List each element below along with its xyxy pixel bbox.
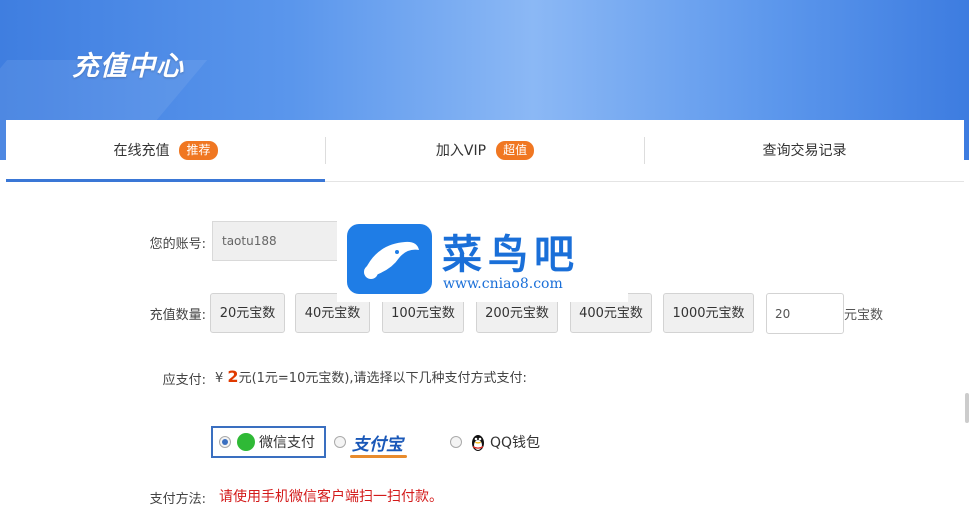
payment-option-label: 微信支付 (259, 435, 315, 451)
quantity-option-1000[interactable]: 1000元宝数 (663, 293, 754, 333)
amount-note: 元(1元=10元宝数),请选择以下几种支付方式支付: (238, 371, 527, 386)
quantity-label: 充值数量: (149, 308, 206, 323)
currency-symbol: ¥ (215, 371, 224, 386)
bird-logo-icon (347, 224, 432, 294)
page-title: 充值中心 (72, 51, 184, 82)
watermark-overlay: 菜鸟吧 www.cniao8.com (337, 216, 628, 302)
watermark-text: 菜鸟吧 (442, 231, 580, 278)
tab-online-recharge[interactable]: 在线充值 推荐 (6, 120, 325, 182)
payment-option-qq[interactable]: QQ钱包 (444, 426, 564, 458)
tab-label: 查询交易记录 (762, 143, 847, 159)
alipay-logo: 支付宝 (350, 430, 407, 458)
account-label: 您的账号: (149, 237, 206, 252)
custom-quantity-input[interactable] (766, 293, 844, 334)
tab-label: 在线充值 (113, 143, 170, 159)
payment-option-alipay[interactable]: 支付宝 (328, 426, 428, 458)
amount-value: 2 (227, 367, 239, 386)
payment-option-label: QQ钱包 (490, 435, 541, 451)
tab-label: 加入VIP (435, 143, 487, 159)
scrollbar-handle[interactable] (965, 393, 969, 423)
tab-join-vip[interactable]: 加入VIP 超值 (326, 120, 644, 181)
payment-instruction: 请使用手机微信客户端扫一扫付款。 (219, 489, 443, 505)
wechat-icon (237, 433, 255, 451)
radio-icon[interactable] (450, 436, 462, 448)
qq-penguin-icon (472, 435, 484, 451)
recharge-panel: 在线充值推荐 加入VIP超值 查询交易记录 您的账号: 充值数量: 20元宝数 … (6, 120, 964, 523)
radio-icon[interactable] (334, 436, 346, 448)
amount-label: 应支付: (162, 373, 206, 388)
method-label: 支付方法: (149, 492, 206, 507)
payment-option-wechat[interactable]: 微信支付 (211, 426, 326, 458)
account-input[interactable] (212, 221, 344, 261)
recommend-badge: 推荐 (179, 141, 218, 160)
tab-transaction-history[interactable]: 查询交易记录 (645, 120, 964, 181)
watermark-url: www.cniao8.com (443, 276, 563, 292)
quantity-option-20[interactable]: 20元宝数 (210, 293, 285, 333)
custom-quantity-unit: 元宝数 (844, 308, 884, 323)
radio-selected-icon[interactable] (219, 436, 231, 448)
tab-bar: 在线充值 推荐 加入VIP 超值 查询交易记录 (6, 120, 964, 182)
value-badge: 超值 (496, 141, 535, 160)
amount-text: ¥ 2元(1元=10元宝数),请选择以下几种支付方式支付: (215, 367, 527, 386)
